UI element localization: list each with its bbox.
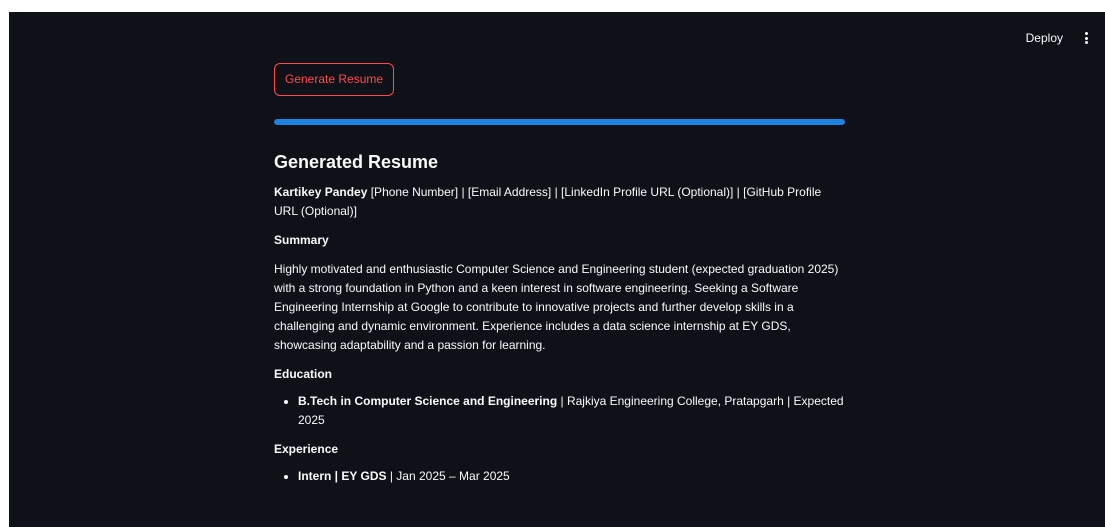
education-heading: Education <box>274 367 333 381</box>
progress-bar <box>274 119 845 125</box>
experience-dates: | Jan 2025 – Mar 2025 <box>386 469 510 483</box>
contact-line: Kartikey Pandey [Phone Number] | [Email … <box>274 183 846 221</box>
experience-list: Intern | EY GDS | Jan 2025 – Mar 2025 <box>274 467 846 486</box>
list-item: B.Tech in Computer Science and Engineeri… <box>298 392 846 430</box>
resume-title: Generated Resume <box>274 152 439 172</box>
experience-company: EY GDS <box>341 469 387 483</box>
experience-heading: Experience <box>274 442 339 456</box>
education-degree: B.Tech in Computer Science and Engineeri… <box>298 394 558 408</box>
vertical-dots-icon[interactable] <box>1081 30 1091 46</box>
education-list: B.Tech in Computer Science and Engineeri… <box>274 392 846 430</box>
menu-dot <box>1084 36 1088 40</box>
app-window: Deploy Generate Resume Generated Resume … <box>9 12 1105 527</box>
generate-resume-button[interactable]: Generate Resume <box>274 63 395 96</box>
menu-dot <box>1084 32 1088 35</box>
top-toolbar: Deploy <box>1020 12 1105 64</box>
progress-bar-fill <box>274 119 845 125</box>
list-item: Intern | EY GDS | Jan 2025 – Mar 2025 <box>298 467 846 486</box>
menu-dot <box>1084 41 1088 44</box>
summary-heading: Summary <box>274 233 329 247</box>
main-content: Generate Resume Generated Resume Kartike… <box>274 63 846 486</box>
experience-role: Intern <box>298 469 332 483</box>
experience-separator: | <box>331 469 342 483</box>
candidate-name: Kartikey Pandey <box>274 185 368 199</box>
deploy-button[interactable]: Deploy <box>1020 27 1069 49</box>
summary-text: Highly motivated and enthusiastic Comput… <box>274 262 839 352</box>
